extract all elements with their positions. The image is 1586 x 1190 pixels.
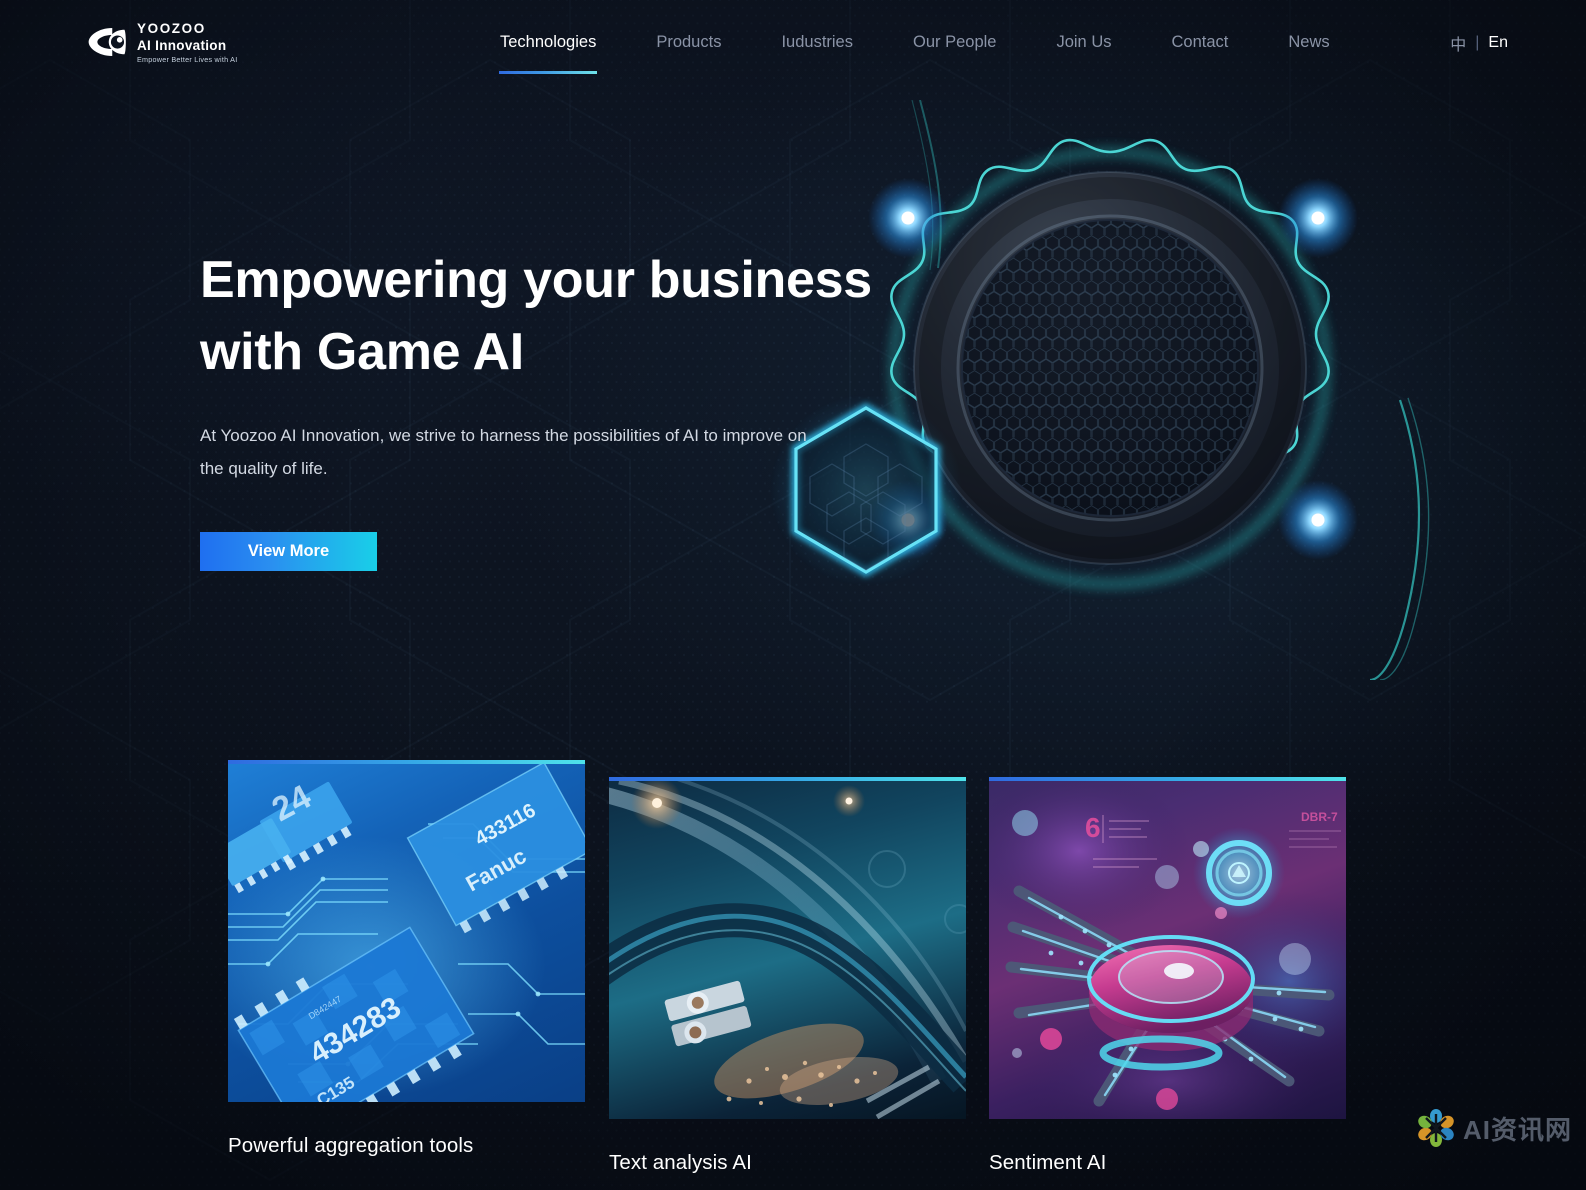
nav-item-technologies[interactable]: Technologies: [470, 0, 626, 85]
nav-label: Products: [656, 33, 722, 51]
lang-option-english[interactable]: En: [1479, 34, 1508, 52]
page-title: Empowering your business with Game AI: [200, 245, 960, 389]
energy-ring: [1193, 827, 1285, 919]
page-root: YOOZOO AI Innovation Empower Better Live…: [0, 0, 1586, 1190]
feature-card-list: 434283 C135 D842447 433116 Fanuc 24 Powe…: [228, 760, 1368, 1190]
site-watermark: AI资讯网: [1416, 1108, 1572, 1148]
nav-item-our-people[interactable]: Our People: [883, 0, 1026, 85]
brand-logo[interactable]: YOOZOO AI Innovation Empower Better Live…: [86, 22, 237, 63]
nav-label: Our People: [913, 33, 997, 51]
main-navigation: Technologies Products Iudustries Our Peo…: [470, 0, 1360, 85]
flower-petal-logo-icon: [1418, 1109, 1454, 1147]
hud-number: 6: [1085, 812, 1101, 843]
language-switcher: 中 | En: [1450, 0, 1508, 85]
nav-item-products[interactable]: Products: [626, 0, 751, 85]
active-nav-underline: [499, 71, 598, 74]
view-more-button[interactable]: View More: [200, 531, 377, 571]
card-title: Sentiment AI: [989, 1151, 1107, 1174]
nav-label: Technologies: [500, 33, 597, 51]
nav-label: News: [1288, 33, 1330, 51]
nav-item-contact[interactable]: Contact: [1142, 0, 1259, 85]
eye-logo-icon: [88, 28, 126, 57]
nav-item-join-us[interactable]: Join Us: [1026, 0, 1141, 85]
nav-label: Contact: [1171, 33, 1229, 51]
hero-title-line-1: Empowering your business: [200, 251, 872, 309]
watermark-text: AI资讯网: [1462, 1114, 1572, 1145]
feature-card-text-analysis[interactable]: Text analysis AI: [609, 777, 966, 1175]
logo-tagline: Empower Better Lives with AI: [137, 54, 238, 64]
card-image-circuit-board: 434283 C135 D842447 433116 Fanuc 24: [228, 764, 585, 1102]
nav-label: Iudustries: [781, 33, 853, 51]
lang-option-chinese[interactable]: 中: [1450, 31, 1475, 55]
card-image-metal-machinery: [609, 781, 966, 1119]
logo-line-1: YOOZOO: [137, 21, 206, 36]
hud-code: DBR-7: [1301, 810, 1338, 824]
nav-item-industries[interactable]: Iudustries: [751, 0, 883, 85]
feature-card-aggregation-tools[interactable]: 434283 C135 D842447 433116 Fanuc 24 Powe…: [228, 760, 585, 1158]
feature-card-sentiment-ai[interactable]: 6 DBR-7 Sentiment AI: [989, 777, 1346, 1175]
card-image-scifi-spacecraft: 6 DBR-7: [989, 781, 1346, 1119]
site-header: YOOZOO AI Innovation Empower Better Live…: [0, 0, 1586, 85]
logo-line-2: AI Innovation: [137, 37, 227, 53]
card-title: Powerful aggregation tools: [228, 1134, 474, 1157]
hero-subtitle: At Yoozoo AI Innovation, we strive to ha…: [200, 425, 807, 479]
hero-section: Empowering your business with Game AI At…: [200, 245, 960, 571]
nav-item-news[interactable]: News: [1258, 0, 1359, 85]
card-title: Text analysis AI: [609, 1151, 752, 1174]
hero-title-line-2: with Game AI: [200, 322, 524, 381]
nav-label: Join Us: [1056, 33, 1112, 51]
